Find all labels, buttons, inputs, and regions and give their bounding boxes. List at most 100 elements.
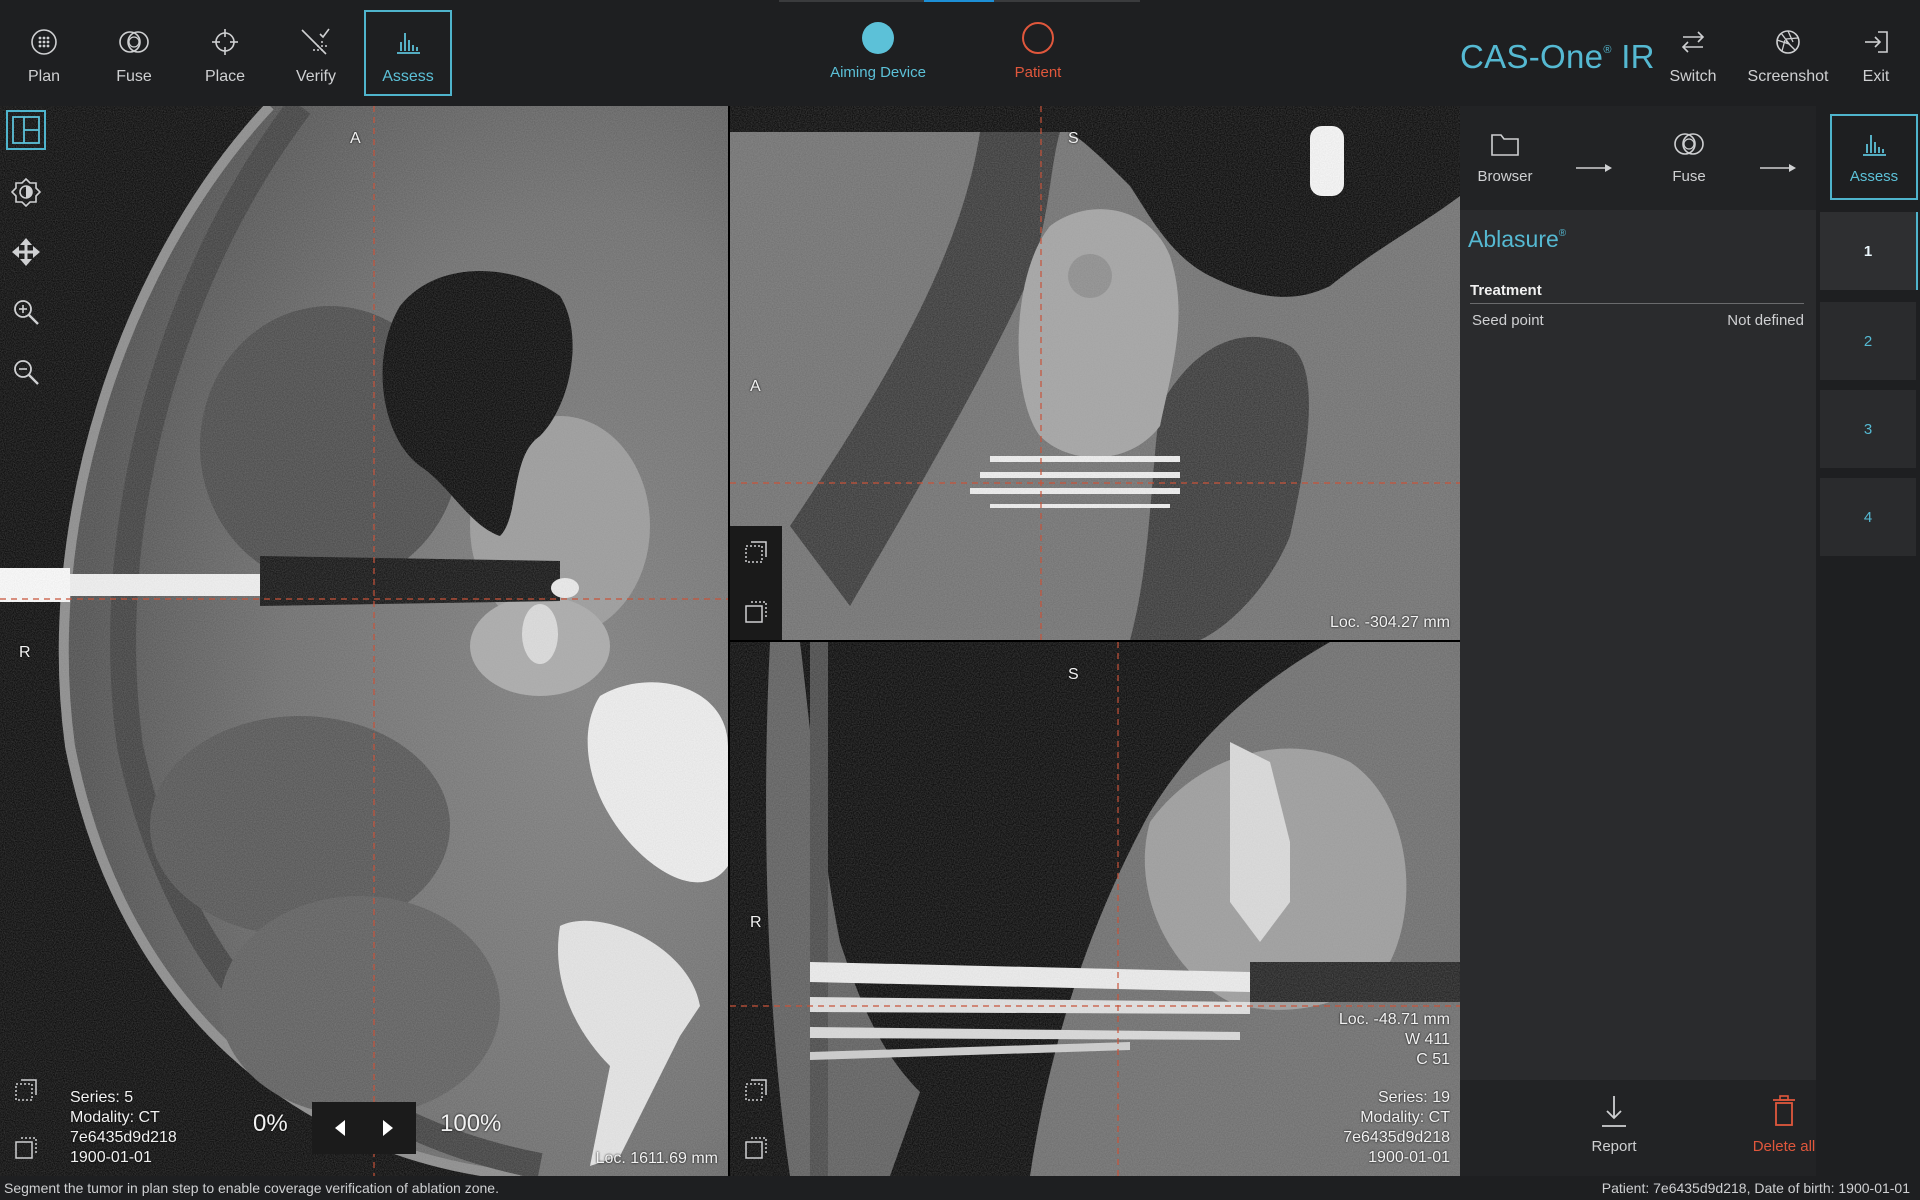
seed-point-label: Seed point	[1472, 312, 1544, 329]
workflow-step-fuse[interactable]: Fuse	[1644, 106, 1734, 210]
sagittal-orientation-top: S	[1068, 130, 1079, 147]
slot-3[interactable]: 3	[1820, 390, 1916, 468]
exit-label: Exit	[1862, 68, 1890, 85]
sagittal-roi-clear-button[interactable]	[738, 594, 774, 630]
layout-button[interactable]	[6, 110, 46, 150]
brand-logo: CAS-One® IR	[1460, 38, 1655, 76]
axial-viewport[interactable]: A R Series: 5 Modality: CT 7e6435d9d218 …	[0, 106, 728, 1176]
workflow-step-assess-label: Assess	[1849, 168, 1899, 185]
coronal-roi-clear-button[interactable]	[738, 1130, 774, 1166]
roi-clear-icon	[745, 1137, 767, 1159]
slot-1[interactable]: 1	[1820, 212, 1918, 290]
fusion-decrease-button[interactable]	[330, 1116, 350, 1140]
workflow-step-fuse-label: Fuse	[1672, 168, 1706, 185]
coronal-date: 1900-01-01	[1368, 1149, 1450, 1166]
chevron-left-icon	[335, 1120, 345, 1136]
zoom-in-icon	[14, 300, 39, 325]
plan-button[interactable]: Plan	[0, 10, 88, 96]
brand-name: CAS-One	[1460, 38, 1604, 75]
zoom-out-button[interactable]	[6, 352, 46, 392]
fusion-max-label: 100%	[440, 1110, 502, 1137]
patient-status[interactable]: Patient	[968, 22, 1108, 81]
place-label: Place	[204, 68, 246, 85]
axial-patient-id: 7e6435d9d218	[70, 1129, 177, 1146]
treatment-section-title: Treatment	[1470, 282, 1804, 304]
workflow-arrow-icon	[1760, 154, 1796, 180]
sagittal-ct-image	[730, 106, 1460, 640]
aiming-device-indicator-icon	[862, 22, 894, 54]
coronal-viewport[interactable]: S R Loc. -48.71 mm W 411 C 51 Series: 19…	[730, 642, 1460, 1176]
sagittal-viewport[interactable]: S A Loc. -304.27 mm	[730, 106, 1460, 640]
verify-button[interactable]: Verify	[272, 10, 360, 96]
report-label: Report	[1591, 1138, 1637, 1155]
fusion-increase-button[interactable]	[378, 1116, 398, 1140]
workflow-arrow-icon	[1576, 154, 1612, 180]
switch-button[interactable]: Switch	[1653, 10, 1733, 96]
roi-select-icon	[745, 1079, 767, 1101]
status-message: Segment the tumor in plan step to enable…	[4, 1180, 499, 1196]
verify-label: Verify	[295, 68, 336, 85]
progress-strip	[779, 0, 1140, 2]
fusion-min-label: 0%	[253, 1110, 288, 1137]
slot-4[interactable]: 4	[1820, 478, 1916, 556]
roi-select-icon	[745, 541, 767, 563]
switch-icon	[1675, 24, 1711, 60]
workflow-bar: Browser Fuse	[1460, 106, 1816, 210]
sagittal-tools	[730, 526, 782, 640]
coronal-window-center: C 51	[1416, 1051, 1450, 1068]
ablasure-name: Ablasure	[1468, 226, 1559, 252]
seed-point-value: Not defined	[1727, 312, 1804, 329]
aiming-device-label: Aiming Device	[830, 64, 926, 81]
ablation-slots: Assess 1 2 3 4	[1816, 106, 1920, 1176]
axial-modality: Modality: CT	[70, 1109, 160, 1126]
verify-icon	[298, 24, 334, 60]
brightness-icon	[11, 177, 41, 207]
zoom-out-icon	[14, 360, 39, 385]
coronal-modality: Modality: CT	[1360, 1109, 1450, 1126]
exit-button[interactable]: Exit	[1836, 10, 1916, 96]
fuse-button[interactable]: Fuse	[90, 10, 178, 96]
status-patient-info: Patient: 7e6435d9d218, Date of birth: 19…	[1601, 1180, 1910, 1196]
place-button[interactable]: Place	[181, 10, 269, 96]
brightness-button[interactable]	[6, 172, 46, 212]
slot-2[interactable]: 2	[1820, 302, 1916, 380]
pan-button[interactable]	[6, 232, 46, 272]
assess-chart-icon	[1859, 128, 1889, 160]
patient-indicator-icon	[1022, 22, 1054, 54]
brand-registered-mark: ®	[1603, 44, 1612, 56]
fuse-label: Fuse	[116, 68, 152, 85]
progress-segment	[924, 0, 994, 2]
fusion-stepper	[312, 1102, 416, 1154]
plan-icon	[26, 24, 62, 60]
screenshot-button[interactable]: Screenshot	[1744, 10, 1832, 96]
aperture-icon	[1770, 24, 1806, 60]
exit-icon	[1858, 24, 1894, 60]
coronal-location: Loc. -48.71 mm	[1338, 1011, 1450, 1028]
ablasure-title: Ablasure®	[1468, 226, 1566, 253]
trash-icon	[1773, 1095, 1795, 1126]
assess-panel: Browser Fuse Ablasure® Treatment Seed po…	[1460, 106, 1816, 1176]
coronal-orientation-left: R	[750, 914, 762, 931]
axial-orientation-top: A	[350, 130, 361, 147]
seed-point-row: Seed point Not defined	[1472, 312, 1804, 329]
coronal-orientation-top: S	[1068, 666, 1079, 683]
panel-footer: Report Delete all	[1460, 1080, 1816, 1176]
sagittal-orientation-left: A	[750, 378, 761, 395]
sagittal-location: Loc. -304.27 mm	[1329, 614, 1450, 631]
coronal-window-info: Loc. -48.71 mm W 411 C 51	[1339, 1010, 1450, 1070]
zoom-in-button[interactable]	[6, 292, 46, 332]
assess-button[interactable]: Assess	[364, 10, 452, 96]
axial-series: Series: 5	[70, 1089, 134, 1106]
coronal-roi-select-button[interactable]	[738, 1072, 774, 1108]
sagittal-roi-select-button[interactable]	[738, 534, 774, 570]
aiming-device-status[interactable]: Aiming Device	[808, 22, 948, 81]
ablasure-registered-mark: ®	[1558, 228, 1567, 239]
report-button[interactable]: Report	[1544, 1094, 1684, 1155]
axial-series-info: Series: 5 Modality: CT 7e6435d9d218 1900…	[70, 1088, 177, 1168]
status-bar: Segment the tumor in plan step to enable…	[0, 1176, 1920, 1200]
workflow-step-assess[interactable]: Assess	[1830, 114, 1918, 200]
workflow-step-browser[interactable]: Browser	[1460, 106, 1550, 210]
roi-clear-icon	[745, 601, 767, 623]
crosshair-icon	[207, 24, 243, 60]
download-icon	[1602, 1096, 1626, 1127]
